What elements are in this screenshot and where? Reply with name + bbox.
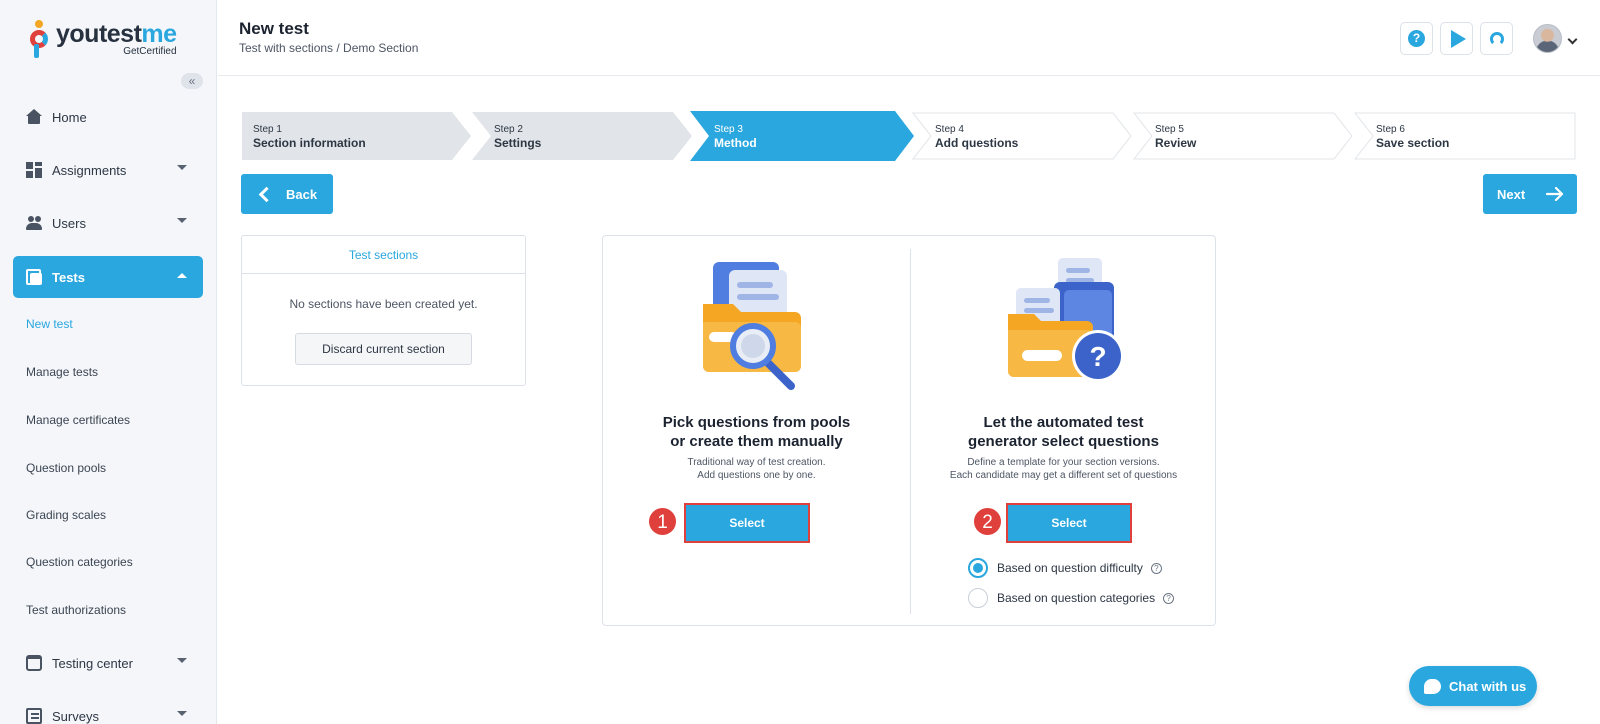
tests-icon — [26, 269, 42, 285]
step-number: Step 2 — [494, 124, 523, 135]
subnav-question-categories[interactable]: Question categories — [26, 555, 133, 569]
nav-users[interactable]: Users — [13, 202, 203, 244]
step-5[interactable]: Step 5 Review — [1133, 112, 1353, 160]
sidebar: youtestme GetCertified « Home Assignment… — [0, 0, 217, 724]
grid-icon — [26, 162, 42, 178]
radio-button-selected[interactable] — [968, 558, 988, 578]
radio-difficulty[interactable]: Based on question difficulty ? — [968, 558, 1162, 578]
back-button-label: Back — [286, 186, 318, 202]
auto-method-title: Let the automated test generator select … — [968, 414, 1159, 450]
list-icon — [26, 708, 42, 724]
nav-surveys[interactable]: Surveys — [13, 695, 203, 724]
step-label: Method — [714, 136, 757, 150]
test-sections-panel: Test sections No sections have been crea… — [241, 235, 526, 386]
method-selection-card: Pick questions from pools or create them… — [602, 235, 1216, 626]
chat-button-label: Chat with us — [1449, 678, 1527, 694]
svg-text:?: ? — [1089, 341, 1106, 372]
home-icon — [26, 109, 42, 125]
subnav-test-authorizations[interactable]: Test authorizations — [26, 603, 126, 617]
chevron-down-icon[interactable] — [1567, 34, 1578, 45]
chat-button[interactable]: Chat with us — [1409, 666, 1537, 706]
users-icon — [26, 215, 42, 231]
brand-logo[interactable]: youtestme GetCertified — [28, 20, 177, 60]
nav-tests-label: Tests — [52, 269, 85, 285]
step-2[interactable]: Step 2 Settings — [472, 112, 692, 160]
manual-method-title: Pick questions from pools or create them… — [662, 414, 851, 450]
next-button-label: Next — [1497, 186, 1526, 202]
brand-name: youtestme — [56, 20, 177, 48]
step-3[interactable]: Step 3 Method — [690, 111, 914, 161]
nav-testing-center[interactable]: Testing center — [13, 642, 203, 684]
chevron-up-icon — [177, 273, 187, 278]
step-number: Step 6 — [1376, 124, 1405, 135]
chat-bubble-icon — [1424, 678, 1441, 694]
select-manual-button[interactable]: Select — [684, 503, 810, 543]
chevron-down-icon — [177, 711, 187, 716]
arrow-left-icon — [258, 186, 275, 202]
collapse-sidebar-button[interactable]: « — [181, 73, 203, 89]
step-number: Step 1 — [253, 124, 282, 135]
step-label: Review — [1155, 136, 1197, 150]
discard-section-button[interactable]: Discard current section — [295, 333, 472, 365]
step-label: Add questions — [935, 136, 1019, 150]
subnav-manage-certificates[interactable]: Manage certificates — [26, 413, 130, 427]
folder-search-icon — [703, 262, 801, 390]
headset-icon — [1489, 31, 1504, 46]
subnav-grading-scales[interactable]: Grading scales — [26, 508, 106, 522]
radio-categories-label: Based on question categories — [997, 591, 1156, 605]
nav-home-label: Home — [52, 109, 87, 125]
nav-assignments[interactable]: Assignments — [13, 149, 203, 191]
step-marker-2: 2 — [973, 507, 1002, 536]
nav-home[interactable]: Home — [13, 96, 203, 138]
nav-assignments-label: Assignments — [52, 162, 127, 178]
calendar-icon — [26, 655, 42, 671]
select-automated-button[interactable]: Select — [1006, 503, 1132, 543]
step-label: Section information — [253, 136, 366, 150]
help-icon: ? — [1408, 30, 1425, 47]
step-1[interactable]: Step 1 Section information — [242, 112, 471, 160]
step-4[interactable]: Step 4 Add questions — [912, 112, 1132, 160]
nav-users-label: Users — [52, 215, 86, 231]
chevron-down-icon — [177, 658, 187, 663]
avatar[interactable] — [1533, 24, 1562, 53]
help-circle-icon[interactable]: ? — [1163, 592, 1175, 604]
page-title: New test — [239, 19, 309, 38]
manual-method-description: Traditional way of test creation. Add qu… — [687, 457, 826, 481]
sections-empty-text: No sections have been created yet. — [289, 297, 478, 311]
step-label: Settings — [494, 136, 542, 150]
next-button[interactable]: Next — [1483, 174, 1577, 214]
radio-categories[interactable]: Based on question categories ? — [968, 588, 1175, 608]
step-number: Step 3 — [714, 124, 743, 135]
step-6[interactable]: Step 6 Save section — [1354, 112, 1576, 160]
chevron-down-icon — [177, 218, 187, 223]
arrow-right-icon — [1546, 187, 1564, 201]
nav-testing-center-label: Testing center — [52, 655, 133, 671]
auto-method-description: Define a template for your section versi… — [949, 457, 1178, 481]
nav-surveys-label: Surveys — [52, 708, 99, 724]
help-button[interactable]: ? — [1400, 22, 1433, 55]
top-header: New test Test with sections / Demo Secti… — [218, 0, 1600, 76]
tutorial-button[interactable] — [1440, 22, 1473, 55]
radio-button[interactable] — [968, 588, 988, 608]
test-sections-title: Test sections — [242, 236, 525, 274]
logo-mark-icon — [28, 20, 50, 60]
step-number: Step 5 — [1155, 124, 1184, 135]
step-number: Step 4 — [935, 124, 964, 135]
radio-difficulty-label: Based on question difficulty — [997, 561, 1143, 575]
step-marker-1: 1 — [648, 507, 677, 536]
step-label: Save section — [1376, 136, 1450, 150]
subnav-new-test[interactable]: New test — [26, 317, 73, 331]
help-circle-icon[interactable]: ? — [1150, 562, 1162, 574]
folder-question-icon: ? — [1008, 258, 1124, 382]
back-button[interactable]: Back — [241, 174, 333, 214]
nav-tests[interactable]: Tests — [13, 256, 203, 298]
support-button[interactable] — [1480, 22, 1513, 55]
breadcrumb: Test with sections / Demo Section — [239, 41, 419, 55]
play-icon — [1451, 29, 1466, 48]
chevron-down-icon — [177, 165, 187, 170]
subnav-manage-tests[interactable]: Manage tests — [26, 365, 98, 379]
subnav-question-pools[interactable]: Question pools — [26, 461, 106, 475]
